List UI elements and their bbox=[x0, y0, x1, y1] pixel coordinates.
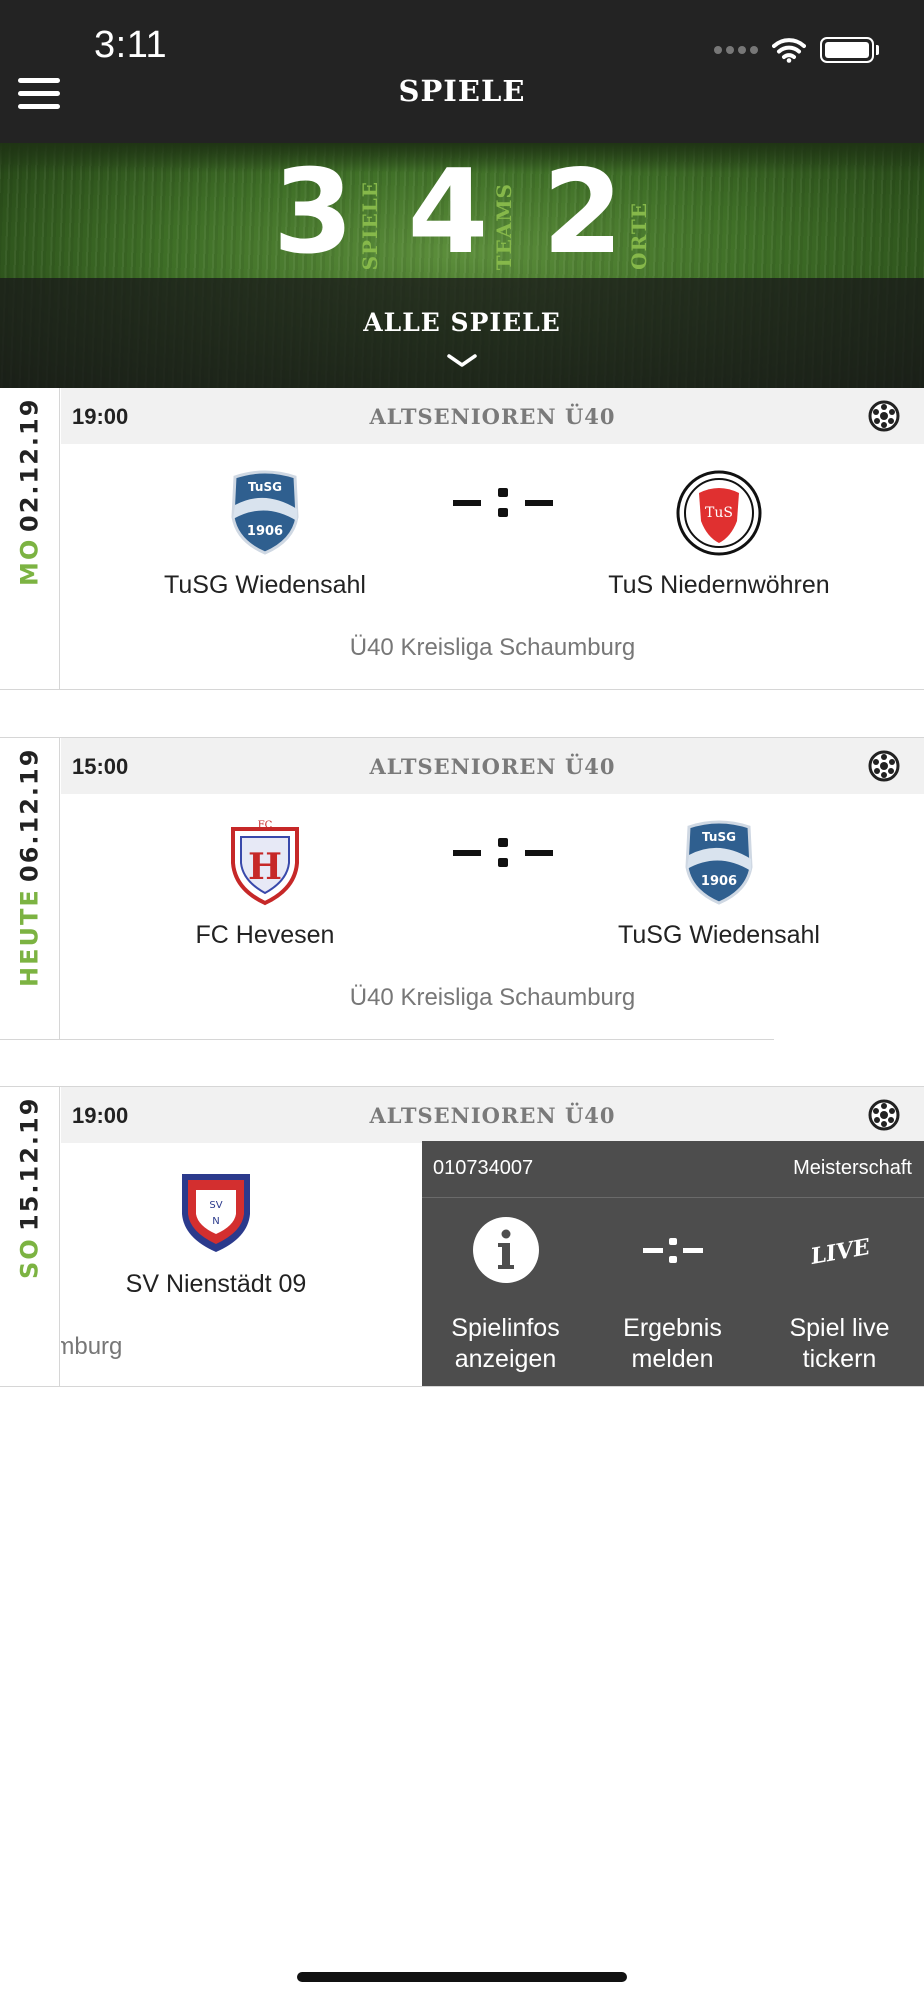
action-label: Spielinfos anzeigen bbox=[451, 1314, 560, 1373]
date-column: 06.12.19 HEUTE bbox=[0, 738, 60, 1040]
soccer-ball-icon[interactable] bbox=[868, 1099, 900, 1131]
game-day: HEUTE bbox=[15, 888, 44, 987]
game-category: ALTSENIOREN Ü40 bbox=[369, 404, 616, 429]
svg-text:H: H bbox=[248, 846, 282, 888]
stat-label: ORTE bbox=[627, 202, 652, 270]
stat-label: TEAMS bbox=[492, 182, 517, 270]
soccer-ball-icon[interactable] bbox=[868, 400, 900, 432]
away-team: TuSG 1906 TuSG Wiedensahl bbox=[569, 819, 869, 950]
top-bar: 3:11 SPIELE bbox=[0, 0, 924, 143]
filter-dropdown[interactable]: ALLE SPIELE bbox=[0, 278, 924, 388]
score-placeholder bbox=[453, 488, 553, 517]
home-team: H FC FC Hevesen bbox=[115, 819, 415, 950]
svg-text:TuSG: TuSG bbox=[702, 830, 736, 844]
game-day: SO bbox=[15, 1237, 44, 1279]
report-result-button[interactable]: Ergebnis melden bbox=[589, 1197, 756, 1386]
live-ticker-button[interactable]: LIVE Spiel live tickern bbox=[756, 1197, 923, 1386]
live-icon-text: LIVE bbox=[807, 1234, 872, 1270]
game-card[interactable]: 06.12.19 HEUTE 15:00 ALTSENIOREN Ü40 H F… bbox=[0, 737, 924, 1040]
score-placeholder bbox=[453, 838, 553, 867]
game-action-panel: 010734007 Meisterschaft Spielinfos anzei… bbox=[422, 1141, 924, 1386]
game-date: 15.12.19 bbox=[15, 1097, 44, 1232]
game-header: 15:00 ALTSENIOREN Ü40 bbox=[61, 738, 924, 794]
tus-niedernwoehren-logo: TuS bbox=[676, 470, 762, 556]
stat-number: 2 bbox=[542, 145, 624, 280]
home-indicator[interactable] bbox=[297, 1972, 627, 1982]
svg-text:1906: 1906 bbox=[247, 524, 283, 539]
away-team: TuS TuS Niedernwöhren bbox=[569, 469, 869, 600]
action-label: Spiel live tickern bbox=[789, 1314, 890, 1373]
game-category: ALTSENIOREN Ü40 bbox=[369, 754, 616, 779]
league-name: Ü40 Kreisliga Schaumburg bbox=[349, 634, 636, 661]
svg-text:1906: 1906 bbox=[701, 874, 737, 889]
wifi-icon bbox=[772, 38, 806, 63]
filter-label: ALLE SPIELE bbox=[363, 308, 561, 337]
chevron-down-icon bbox=[447, 354, 477, 367]
tusg-wiedensahl-logo: TuSG 1906 bbox=[231, 470, 299, 555]
game-category: ALTSENIOREN Ü40 bbox=[369, 1103, 616, 1128]
live-icon: LIVE bbox=[807, 1234, 872, 1270]
game-type: Meisterschaft bbox=[793, 1157, 912, 1179]
league-name: Ü40 Kreisliga Schaumburg bbox=[349, 984, 636, 1011]
svg-text:N: N bbox=[212, 1216, 219, 1227]
fc-hevesen-logo: H FC bbox=[231, 820, 299, 906]
game-header: 19:00 ALTSENIOREN Ü40 bbox=[61, 1087, 924, 1143]
date-column: 15.12.19 SO bbox=[0, 1087, 60, 1387]
svg-text:FC: FC bbox=[258, 820, 273, 831]
game-date: 06.12.19 bbox=[15, 748, 44, 883]
date-column: 02.12.19 MO bbox=[0, 388, 60, 690]
svg-text:TuSG: TuSG bbox=[248, 480, 282, 494]
game-id: 010734007 bbox=[433, 1157, 534, 1179]
away-team-name: TuSG Wiedensahl bbox=[618, 921, 820, 949]
home-team-name: TuSG Wiedensahl bbox=[164, 571, 366, 599]
info-icon bbox=[472, 1217, 539, 1283]
stats-row: 3 SPIELE 4 TEAMS 2 ORTE bbox=[0, 145, 924, 280]
stat-number: 4 bbox=[407, 145, 489, 280]
stat-games: 3 SPIELE bbox=[273, 145, 382, 280]
status-icons bbox=[714, 32, 879, 68]
tusg-wiedensahl-logo: TuSG 1906 bbox=[685, 820, 753, 905]
status-time: 3:11 bbox=[94, 24, 168, 66]
svg-text:SV: SV bbox=[209, 1200, 222, 1211]
battery-icon bbox=[820, 37, 879, 63]
home-team: TuSG 1906 TuSG Wiedensahl bbox=[115, 469, 415, 600]
stat-places: 2 ORTE bbox=[542, 145, 651, 280]
svg-text:TuS: TuS bbox=[705, 505, 733, 521]
cellular-signal-icon bbox=[714, 46, 758, 54]
page-title: SPIELE bbox=[398, 74, 526, 108]
stat-label: SPIELE bbox=[357, 180, 382, 270]
sv-nienstaedt-logo: SV N bbox=[182, 1174, 250, 1252]
score-report-icon bbox=[642, 1238, 703, 1263]
away-team-name: TuS Niedernwöhren bbox=[608, 571, 830, 599]
league-name-partial: umburg bbox=[61, 1333, 123, 1360]
home-team-name: SV Nienstädt 09 bbox=[125, 1270, 307, 1298]
show-game-info-button[interactable]: Spielinfos anzeigen bbox=[422, 1197, 589, 1386]
stat-teams: 4 TEAMS bbox=[408, 145, 517, 280]
game-card[interactable]: 02.12.19 MO 19:00 ALTSENIOREN Ü40 TuSG 1… bbox=[0, 388, 924, 690]
action-label: Ergebnis melden bbox=[623, 1314, 722, 1373]
home-team-name: FC Hevesen bbox=[195, 921, 335, 949]
stats-hero: 3 SPIELE 4 TEAMS 2 ORTE ALLE SPIELE bbox=[0, 143, 924, 388]
action-panel-header: 010734007 Meisterschaft bbox=[422, 1141, 924, 1198]
game-day: MO bbox=[15, 538, 44, 587]
game-date: 02.12.19 bbox=[15, 398, 44, 533]
home-team: SV N SV Nienstädt 09 bbox=[66, 1168, 366, 1299]
soccer-ball-icon[interactable] bbox=[868, 750, 900, 782]
game-header: 19:00 ALTSENIOREN Ü40 bbox=[61, 388, 924, 444]
stat-number: 3 bbox=[272, 145, 354, 280]
